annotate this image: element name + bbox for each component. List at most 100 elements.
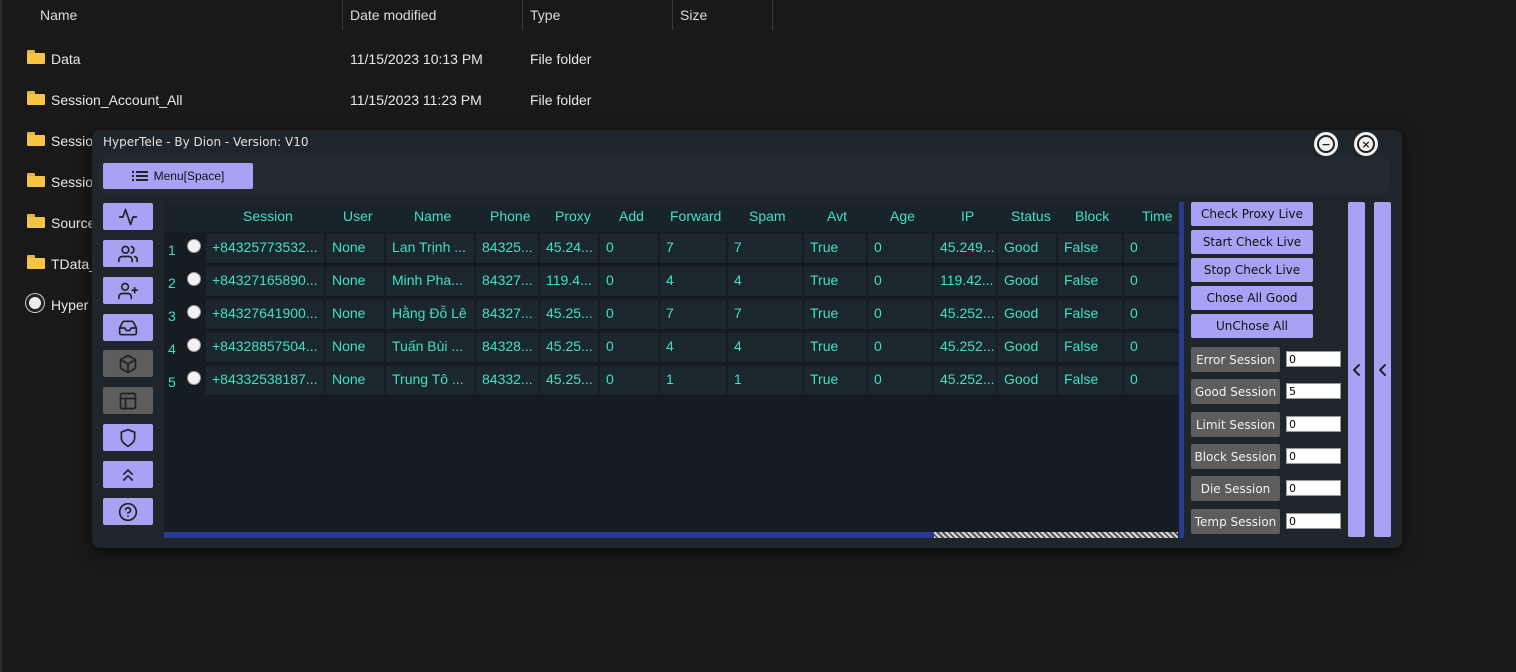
nav-help[interactable] [103,498,153,525]
cell-add[interactable]: 0 [600,234,658,264]
column-header-name[interactable]: Name [40,0,340,30]
cell-avt[interactable]: True [804,267,866,297]
header-age[interactable]: Age [890,208,915,224]
cell-forward[interactable]: 4 [660,333,726,363]
header-add[interactable]: Add [619,208,644,224]
cell-status[interactable]: Good [998,366,1056,396]
temp-session-count[interactable] [1286,513,1341,529]
header-phone[interactable]: Phone [490,208,530,224]
column-header-date[interactable]: Date modified [350,0,520,30]
header-avt[interactable]: Avt [827,208,847,224]
nav-shield[interactable] [103,424,153,451]
header-time[interactable]: Time [1142,208,1173,224]
start-check-live-button[interactable]: Start Check Live [1191,230,1313,254]
row-select-radio[interactable] [187,272,201,286]
header-ip[interactable]: IP [961,208,974,224]
cell-time[interactable]: 0 [1124,300,1181,330]
cell-session[interactable]: +84327641900... [206,300,324,330]
cell-spam[interactable]: 4 [728,267,802,297]
check-proxy-live-button[interactable]: Check Proxy Live [1191,202,1313,226]
cell-session[interactable]: +84325773532... [206,234,324,264]
cell-status[interactable]: Good [998,333,1056,363]
cell-ip[interactable]: 45.249... [934,234,996,264]
cell-spam[interactable]: 4 [728,333,802,363]
header-status[interactable]: Status [1011,208,1051,224]
cell-ip[interactable]: 45.252... [934,366,996,396]
cell-spam[interactable]: 7 [728,300,802,330]
menu-button[interactable]: Menu[Space] [103,163,253,189]
column-divider[interactable] [772,0,773,30]
cell-name[interactable]: Hằng Đỗ Lê [386,300,474,330]
cell-status[interactable]: Good [998,234,1056,264]
cell-user[interactable]: None [326,234,384,264]
session-table[interactable]: Session User Name Phone Proxy Add Forwar… [164,202,1181,538]
table-row[interactable]: 1 +84325773532... None Lan Trịnh ... 84325..… [164,232,1181,265]
good-session-count[interactable] [1286,383,1341,399]
cell-add[interactable]: 0 [600,366,658,396]
vertical-scrollbar[interactable] [1179,202,1184,538]
temp-session-button[interactable]: Temp Session [1191,509,1280,534]
cell-time[interactable]: 0 [1124,366,1181,396]
stop-check-live-button[interactable]: Stop Check Live [1191,258,1313,282]
column-divider[interactable] [672,0,673,30]
cell-name[interactable]: Lan Trịnh ... [386,234,474,264]
table-row[interactable]: 2 +84327165890... None Minh Pha... 84327... 1… [164,265,1181,298]
file-row-session-account-all[interactable]: Session_Account_All 11/15/2023 11:23 PM … [0,89,1516,113]
cell-add[interactable]: 0 [600,300,658,330]
cell-ip[interactable]: 45.252... [934,333,996,363]
cell-name[interactable]: Tuấn Bùi ... [386,333,474,363]
cell-session[interactable]: +84328857504... [206,333,324,363]
cell-name[interactable]: Trung Tô ... [386,366,474,396]
header-block[interactable]: Block [1075,208,1109,224]
cell-status[interactable]: Good [998,267,1056,297]
nav-chevrons-up[interactable] [103,461,153,488]
header-spam[interactable]: Spam [749,208,786,224]
cell-session[interactable]: +84332538187... [206,366,324,396]
cell-name[interactable]: Minh Pha... [386,267,474,297]
cell-proxy[interactable]: 45.24... [540,234,598,264]
cell-forward[interactable]: 4 [660,267,726,297]
die-session-button[interactable]: Die Session [1191,476,1280,501]
header-proxy[interactable]: Proxy [555,208,591,224]
column-header-size[interactable]: Size [680,0,770,30]
row-select-radio[interactable] [187,371,201,385]
cell-add[interactable]: 0 [600,333,658,363]
header-user[interactable]: User [343,208,373,224]
cell-phone[interactable]: 84327... [476,300,538,330]
cell-ip[interactable]: 119.42... [934,267,996,297]
cell-age[interactable]: 0 [868,234,932,264]
limit-session-count[interactable] [1286,416,1341,432]
cell-session[interactable]: +84327165890... [206,267,324,297]
nav-activity[interactable] [103,203,153,230]
limit-session-button[interactable]: Limit Session [1191,412,1280,437]
cell-avt[interactable]: True [804,234,866,264]
nav-inbox[interactable] [103,314,153,341]
close-button[interactable]: × [1352,130,1380,158]
cell-block[interactable]: False [1058,267,1122,297]
cell-add[interactable]: 0 [600,267,658,297]
cell-user[interactable]: None [326,300,384,330]
minimize-button[interactable]: − [1312,130,1340,158]
cell-age[interactable]: 0 [868,267,932,297]
cell-status[interactable]: Good [998,300,1056,330]
header-forward[interactable]: Forward [670,208,721,224]
cell-time[interactable]: 0 [1124,234,1181,264]
cell-age[interactable]: 0 [868,333,932,363]
cell-block[interactable]: False [1058,234,1122,264]
horizontal-scrollbar-thumb[interactable] [164,532,934,538]
column-divider[interactable] [342,0,343,30]
chose-all-good-button[interactable]: Chose All Good [1191,286,1313,310]
cell-proxy[interactable]: 119.4... [540,267,598,297]
cell-age[interactable]: 0 [868,366,932,396]
cell-block[interactable]: False [1058,300,1122,330]
error-session-count[interactable] [1286,351,1341,367]
row-select-radio[interactable] [187,305,201,319]
cell-forward[interactable]: 1 [660,366,726,396]
cell-avt[interactable]: True [804,366,866,396]
column-header-type[interactable]: Type [530,0,670,30]
cell-ip[interactable]: 45.252... [934,300,996,330]
cell-avt[interactable]: True [804,333,866,363]
error-session-button[interactable]: Error Session [1191,347,1280,372]
good-session-button[interactable]: Good Session [1191,379,1280,404]
table-row[interactable]: 5 +84332538187... None Trung Tô ... 84332...… [164,364,1181,397]
